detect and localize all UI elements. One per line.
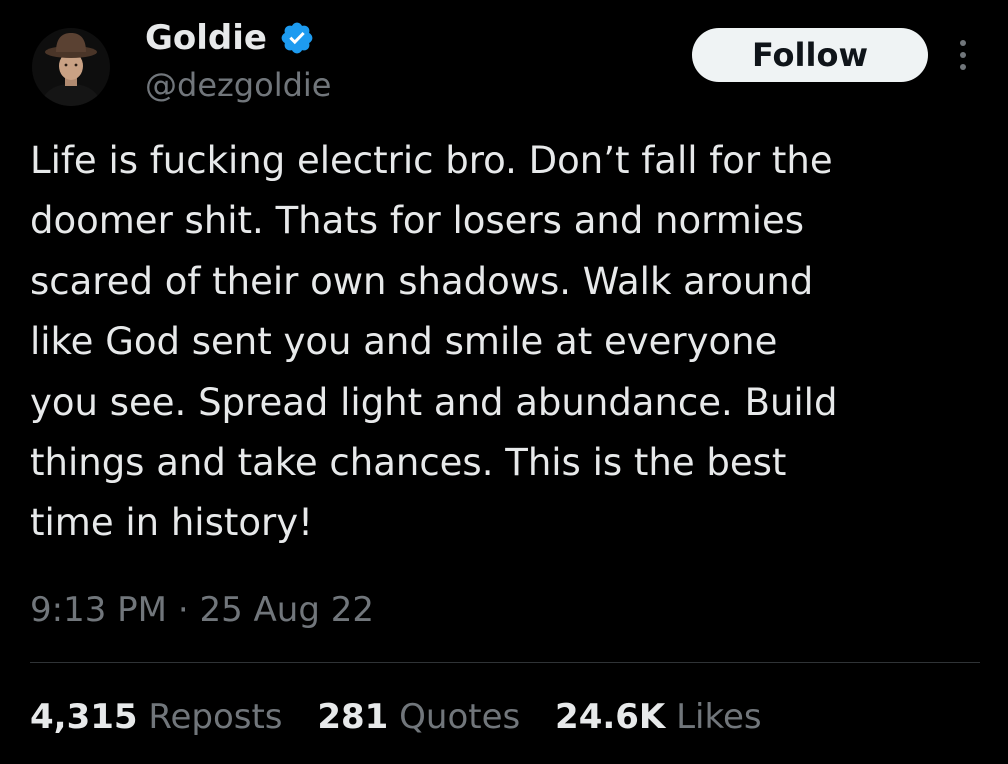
more-dot <box>960 40 966 46</box>
tweet-time: 9:13 PM <box>30 590 167 630</box>
more-dot <box>960 52 966 58</box>
quotes-label: Quotes <box>399 697 521 737</box>
tweet-text-line: scared of their own shadows. Walk around <box>30 259 814 303</box>
engagement-stats: 4,315 Reposts 281 Quotes 24.6K Likes <box>30 694 786 740</box>
verified-badge-icon <box>281 22 313 54</box>
reposts-stat[interactable]: 4,315 Reposts <box>30 694 283 740</box>
tweet-date: 25 Aug 22 <box>199 590 374 630</box>
follow-button[interactable]: Follow <box>692 28 928 82</box>
tweet-text-line: time in history! <box>30 501 313 545</box>
likes-stat[interactable]: 24.6K Likes <box>555 694 762 740</box>
tweet-card: Goldie @dezgoldie Follow Life is fucking… <box>0 0 1008 764</box>
tweet-text: Life is fucking electric bro. Don’t fall… <box>30 131 980 554</box>
tweet-text-line: like God sent you and smile at everyone <box>30 320 778 364</box>
more-dot <box>960 64 966 70</box>
quotes-count: 281 <box>317 697 389 737</box>
timestamp-separator: · <box>177 590 189 630</box>
tweet-text-line: things and take chances. This is the bes… <box>30 441 787 485</box>
author-handle[interactable]: @dezgoldie <box>145 66 331 104</box>
likes-label: Likes <box>676 697 762 737</box>
author-avatar[interactable] <box>32 28 110 106</box>
tweet-text-line: Life is fucking electric bro. Don’t fall… <box>30 139 833 182</box>
divider <box>30 662 980 663</box>
tweet-text-line: you see. Spread light and abundance. Bui… <box>30 380 838 424</box>
tweet-text-line: doomer shit. Thats for losers and normie… <box>30 199 805 243</box>
quotes-stat[interactable]: 281 Quotes <box>317 694 520 740</box>
reposts-count: 4,315 <box>30 697 138 737</box>
more-options-icon[interactable] <box>950 34 976 76</box>
reposts-label: Reposts <box>148 697 283 737</box>
author-display-name[interactable]: Goldie <box>145 18 267 58</box>
tweet-timestamp[interactable]: 9:13 PM · 25 Aug 22 <box>30 586 374 634</box>
likes-count: 24.6K <box>555 697 666 737</box>
user-avatar-icon <box>32 28 110 106</box>
